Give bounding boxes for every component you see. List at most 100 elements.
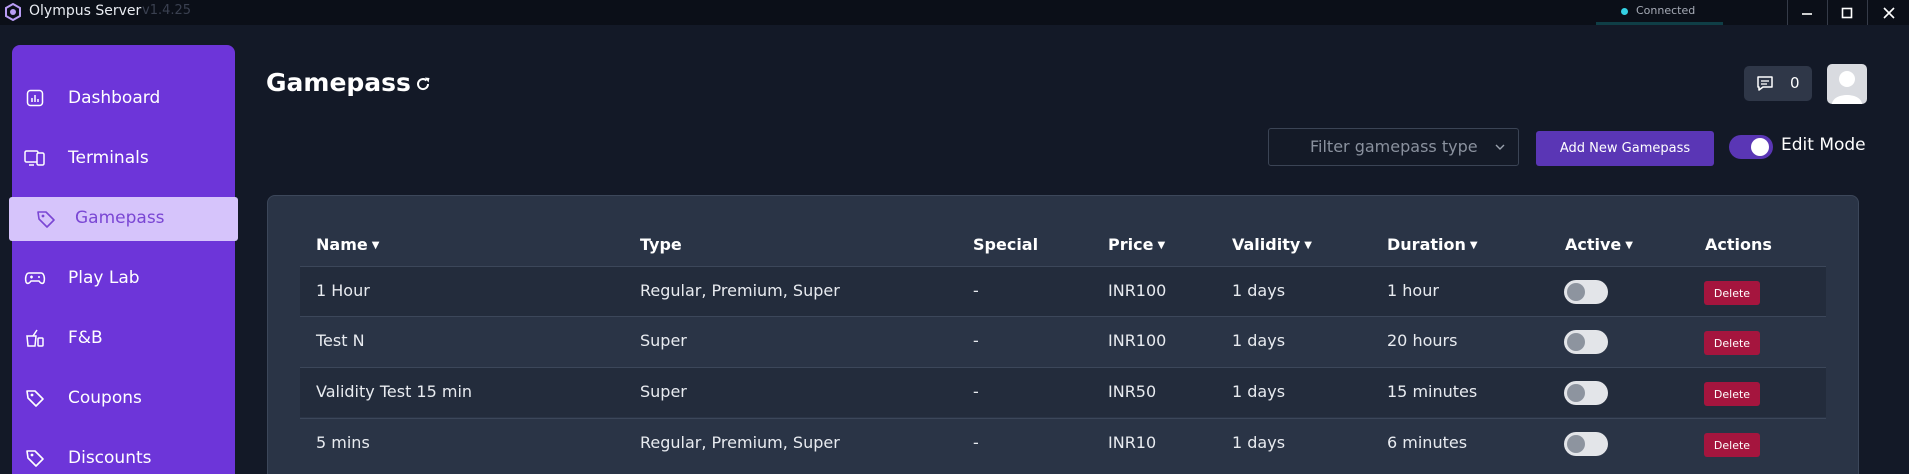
- dashboard-icon: [24, 87, 46, 109]
- table-header: Name ▼ Type Special Price ▼ Validity ▼ Dura…: [300, 235, 1826, 267]
- refresh-icon[interactable]: [414, 75, 432, 93]
- sort-caret-icon: ▼: [1304, 240, 1312, 251]
- column-header-actions: Actions: [1705, 235, 1772, 254]
- sidebar-item-label: F&B: [68, 328, 103, 348]
- edit-mode-toggle[interactable]: [1729, 135, 1773, 159]
- table-row: 5 mins Regular, Premium, Super - INR10 1…: [300, 418, 1826, 468]
- sidebar-item-label: Gamepass: [75, 208, 165, 228]
- gamepass-type-filter[interactable]: Filter gamepass type: [1268, 128, 1519, 166]
- cell-price: INR50: [1108, 382, 1157, 401]
- cell-validity: 1 days: [1232, 281, 1286, 300]
- cell-special: -: [973, 382, 979, 401]
- close-button[interactable]: [1869, 0, 1909, 25]
- delete-button[interactable]: Delete: [1704, 382, 1760, 406]
- edit-mode-label: Edit Mode: [1781, 135, 1866, 155]
- cell-duration: 15 minutes: [1387, 382, 1478, 401]
- table-row: Test N Super - INR100 1 days 20 hours De…: [300, 316, 1826, 366]
- cell-type: Regular, Premium, Super: [640, 281, 840, 300]
- sort-caret-icon: ▼: [1157, 240, 1166, 251]
- cell-name: Test N: [316, 331, 365, 350]
- cell-special: -: [973, 433, 979, 452]
- sidebar-item-label: Coupons: [68, 388, 142, 408]
- tag-icon: [37, 211, 55, 228]
- toggle-knob: [1567, 384, 1585, 402]
- status-dot-icon: [1621, 8, 1628, 15]
- tag-icon: [24, 387, 46, 409]
- table-row: 1 Hour Regular, Premium, Super - INR100 …: [300, 266, 1826, 316]
- message-icon: [1757, 76, 1773, 91]
- connection-status: Connected: [1596, 0, 1723, 25]
- sidebar-item-label: Terminals: [68, 148, 149, 168]
- messages-button[interactable]: 0: [1744, 66, 1812, 101]
- active-toggle[interactable]: [1564, 381, 1608, 405]
- maximize-icon: [1841, 7, 1853, 18]
- toggle-knob: [1567, 283, 1585, 301]
- cell-duration: 6 minutes: [1387, 433, 1468, 452]
- cell-name: 5 mins: [316, 433, 370, 452]
- tag-icon: [24, 447, 46, 469]
- column-header-duration[interactable]: Duration ▼: [1387, 235, 1478, 254]
- active-toggle[interactable]: [1564, 432, 1608, 456]
- sort-caret-icon: ▼: [1469, 240, 1478, 251]
- terminals-icon: [24, 147, 46, 169]
- toggle-knob: [1567, 435, 1585, 453]
- close-icon: [1883, 6, 1895, 19]
- sidebar-item-play-lab[interactable]: Play Lab: [24, 263, 224, 293]
- sidebar-item-label: Dashboard: [68, 88, 161, 108]
- divider: [1867, 0, 1868, 25]
- messages-count: 0: [1790, 74, 1800, 92]
- sidebar-item-discounts[interactable]: Discounts: [24, 443, 224, 473]
- cell-name: 1 Hour: [316, 281, 370, 300]
- cell-type: Super: [640, 382, 687, 401]
- cell-price: INR100: [1108, 281, 1167, 300]
- delete-button[interactable]: Delete: [1704, 281, 1760, 305]
- sidebar-item-gamepass[interactable]: Gamepass: [9, 197, 238, 241]
- cell-validity: 1 days: [1232, 382, 1286, 401]
- food-icon: [24, 327, 46, 349]
- minimize-button[interactable]: [1787, 0, 1827, 25]
- app-title: Olympus Server: [29, 3, 142, 19]
- cell-duration: 1 hour: [1387, 281, 1439, 300]
- active-toggle[interactable]: [1564, 280, 1608, 304]
- cell-validity: 1 days: [1232, 433, 1286, 452]
- cell-name: Validity Test 15 min: [316, 382, 473, 401]
- column-header-special: Special: [973, 235, 1039, 254]
- column-header-active[interactable]: Active ▼: [1565, 235, 1633, 254]
- toggle-knob: [1751, 138, 1769, 156]
- sidebar-item-terminals[interactable]: Terminals: [24, 143, 224, 173]
- sidebar-item-label: Play Lab: [68, 268, 140, 288]
- sort-caret-icon: ▼: [371, 240, 380, 251]
- table-row: Validity Test 15 min Super - INR50 1 day…: [300, 367, 1826, 417]
- column-header-type: Type: [640, 235, 682, 254]
- active-toggle[interactable]: [1564, 330, 1608, 354]
- title-bar: Olympus Server v1.4.25 Connected: [0, 0, 1909, 25]
- cell-price: INR100: [1108, 331, 1167, 350]
- sidebar-item-dashboard[interactable]: Dashboard: [24, 83, 224, 113]
- filter-placeholder: Filter gamepass type: [1310, 137, 1478, 156]
- connection-status-bar: [1596, 22, 1723, 25]
- cell-special: -: [973, 281, 979, 300]
- page-title: Gamepass: [266, 68, 411, 97]
- sidebar-item-coupons[interactable]: Coupons: [24, 383, 224, 413]
- minimize-icon: [1802, 12, 1812, 15]
- cell-price: INR10: [1108, 433, 1157, 452]
- sort-caret-icon: ▼: [1625, 240, 1633, 251]
- avatar[interactable]: [1827, 64, 1867, 104]
- column-header-validity[interactable]: Validity ▼: [1232, 235, 1312, 254]
- cell-duration: 20 hours: [1387, 331, 1458, 350]
- cell-special: -: [973, 331, 979, 350]
- connection-status-label: Connected: [1636, 4, 1696, 17]
- app-version: v1.4.25: [142, 3, 192, 18]
- maximize-button[interactable]: [1827, 0, 1867, 25]
- delete-button[interactable]: Delete: [1704, 331, 1760, 355]
- cell-type: Super: [640, 331, 687, 350]
- delete-button[interactable]: Delete: [1704, 433, 1760, 457]
- chevron-down-icon: [1495, 144, 1505, 150]
- column-header-name[interactable]: Name ▼: [316, 235, 379, 254]
- add-gamepass-button[interactable]: Add New Gamepass: [1536, 131, 1714, 166]
- sidebar-item-fnb[interactable]: F&B: [24, 323, 224, 353]
- cell-type: Regular, Premium, Super: [640, 433, 840, 452]
- column-header-price[interactable]: Price ▼: [1108, 235, 1165, 254]
- cell-validity: 1 days: [1232, 331, 1286, 350]
- gamepad-icon: [24, 267, 46, 289]
